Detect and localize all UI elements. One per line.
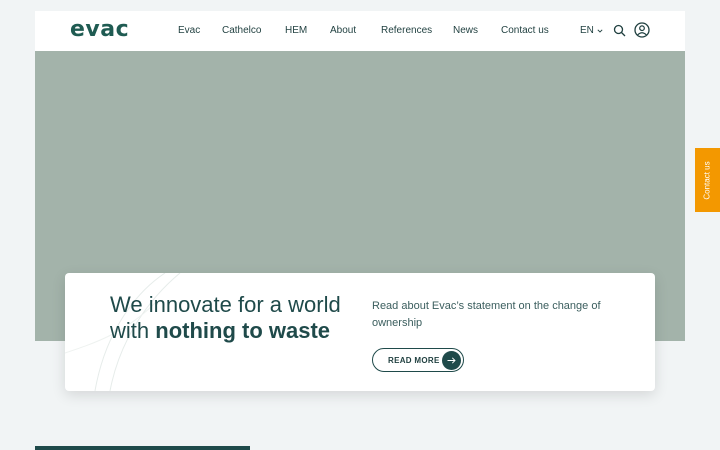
user-icon[interactable] xyxy=(634,22,650,38)
nav-item-evac[interactable]: Evac xyxy=(178,25,200,36)
nav-item-hem[interactable]: HEM xyxy=(285,25,307,36)
nav-item-references[interactable]: References xyxy=(381,25,432,36)
language-selector[interactable]: EN xyxy=(580,25,603,36)
arrow-right-icon xyxy=(442,351,461,370)
read-more-button[interactable]: READ MORE xyxy=(372,348,464,372)
evac-logo[interactable]: evac xyxy=(70,17,129,42)
language-label: EN xyxy=(580,25,594,36)
nav-item-cathelco[interactable]: Cathelco xyxy=(222,25,261,36)
site-header: evac Evac Cathelco HEM About References … xyxy=(35,11,685,51)
chevron-down-icon xyxy=(597,28,603,33)
nav-item-news[interactable]: News xyxy=(453,25,478,36)
hero-headline: We innovate for a world with nothing to … xyxy=(110,292,370,344)
hero-card: We innovate for a world with nothing to … xyxy=(65,273,655,391)
section-accent-bar xyxy=(35,446,250,450)
side-tab-label: Contact us xyxy=(703,160,712,200)
ownership-statement: Read about Evac’s statement on the chang… xyxy=(372,300,601,329)
contact-us-side-tab[interactable]: Contact us xyxy=(695,148,720,212)
headline-bold-text: nothing to waste xyxy=(155,318,331,343)
read-more-label: READ MORE xyxy=(388,355,440,365)
search-icon[interactable] xyxy=(613,24,626,37)
nav-item-contact-us[interactable]: Contact us xyxy=(501,25,549,36)
nav-item-about[interactable]: About xyxy=(330,25,356,36)
